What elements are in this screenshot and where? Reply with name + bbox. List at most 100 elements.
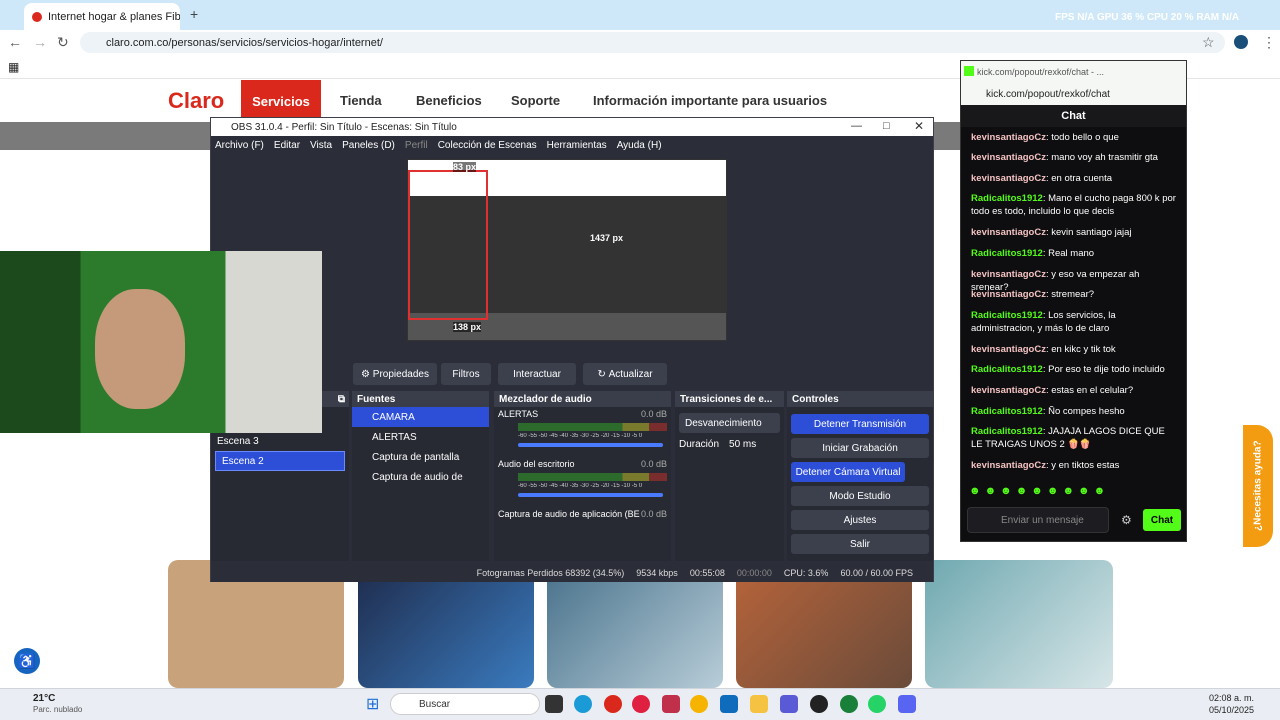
properties-button[interactable]: ⚙ Propiedades xyxy=(353,363,437,385)
chat-username[interactable]: kevinsantiagoCz xyxy=(971,152,1046,163)
maximize-icon[interactable]: □ xyxy=(883,120,890,132)
chat-username[interactable]: kevinsantiagoCz xyxy=(971,269,1046,280)
chat-username[interactable]: Radicalitos1912 xyxy=(971,426,1043,437)
nav-servicios[interactable]: Servicios xyxy=(241,80,321,122)
sources-dock-header: Fuentes xyxy=(352,391,489,407)
menu-herramientas[interactable]: Herramientas xyxy=(547,140,607,151)
stop-stream-button[interactable]: Detener Transmisión xyxy=(791,414,929,434)
chat-username[interactable]: kevinsantiagoCz xyxy=(971,173,1046,184)
menu-perfil[interactable]: Perfil xyxy=(405,140,428,151)
chat-username[interactable]: Radicalitos1912 xyxy=(971,310,1043,321)
minimize-icon[interactable]: — xyxy=(851,120,862,132)
chat-message: kevinsantiagoCz: stremear? xyxy=(971,289,1095,300)
menu-icon[interactable]: ⋮ xyxy=(1262,32,1276,52)
scene-item-selected[interactable]: Escena 2 xyxy=(215,451,345,471)
settings-button[interactable]: Ajustes xyxy=(791,510,929,530)
chat-username[interactable]: kevinsantiagoCz xyxy=(971,460,1046,471)
filters-button[interactable]: Filtros xyxy=(441,363,491,385)
nav-beneficios[interactable]: Beneficios xyxy=(416,93,482,108)
source-item-audio[interactable]: Captura de audio de xyxy=(352,467,489,487)
emote-bar[interactable]: ☻☻☻☻☻☻☻☻☻ xyxy=(969,485,1179,499)
chat-username[interactable]: Radicalitos1912 xyxy=(971,406,1043,417)
copilot-icon[interactable] xyxy=(780,695,798,713)
back-icon[interactable]: ← xyxy=(8,32,22,52)
menu-coleccion[interactable]: Colección de Escenas xyxy=(438,140,537,151)
close-icon[interactable]: ✕ xyxy=(914,119,924,133)
bookmark-star-icon[interactable]: ☆ xyxy=(1202,32,1215,52)
source-item-alertas[interactable]: ALERTAS xyxy=(352,427,489,447)
gear-icon[interactable]: ⚙ xyxy=(1121,513,1132,527)
taskbar-search[interactable]: Buscar xyxy=(390,693,540,715)
chrome-profile-icon[interactable] xyxy=(840,695,858,713)
obs-icon[interactable] xyxy=(810,695,828,713)
opera-gx-icon[interactable] xyxy=(632,695,650,713)
chat-send-button[interactable]: Chat xyxy=(1143,509,1181,531)
mixer-channel: Captura de audio de aplicación (BE 0.0 dB xyxy=(494,501,671,521)
accessibility-icon[interactable]: ♿ xyxy=(14,648,40,674)
forward-icon[interactable]: → xyxy=(33,32,47,52)
new-tab-icon[interactable]: + xyxy=(190,6,198,22)
obs-preview[interactable]: 83 px 1437 px 138 px xyxy=(407,159,727,341)
opera-icon[interactable] xyxy=(604,695,622,713)
chrome-icon[interactable] xyxy=(690,695,708,713)
menu-editar[interactable]: Editar xyxy=(274,140,300,151)
nav-informacion[interactable]: Información importante para usuarios xyxy=(593,93,827,108)
chat-username[interactable]: kevinsantiagoCz xyxy=(971,344,1046,355)
volume-slider[interactable] xyxy=(518,443,663,447)
apps-grid-icon[interactable]: ▦ xyxy=(8,60,19,74)
menu-paneles[interactable]: Paneles (D) xyxy=(342,140,395,151)
chat-username[interactable]: kevinsantiagoCz xyxy=(971,132,1046,143)
source-item-pantalla[interactable]: Captura de pantalla xyxy=(352,447,489,467)
source-item-camara[interactable]: CAMARA xyxy=(352,407,489,427)
task-view-icon[interactable] xyxy=(545,695,563,713)
menu-vista[interactable]: Vista xyxy=(310,140,332,151)
file-explorer-icon[interactable] xyxy=(750,695,768,713)
chat-username[interactable]: Radicalitos1912 xyxy=(971,193,1043,204)
scene-item[interactable]: Escena 3 xyxy=(211,431,349,451)
channel-db: 0.0 dB xyxy=(640,509,667,519)
menu-ayuda[interactable]: Ayuda (H) xyxy=(617,140,662,151)
windows-start-icon[interactable]: ⊞ xyxy=(366,694,379,714)
chat-username[interactable]: kevinsantiagoCz xyxy=(971,289,1046,300)
profile-avatar[interactable] xyxy=(1234,35,1248,49)
chat-username[interactable]: Radicalitos1912 xyxy=(971,248,1043,259)
obs-menubar: Archivo (F) Editar Vista Paneles (D) Per… xyxy=(211,136,933,154)
browser-tab[interactable]: Internet hogar & planes Fibra C xyxy=(24,3,180,30)
duration-field[interactable]: 50 ms xyxy=(729,439,756,450)
card-wifi-image[interactable] xyxy=(925,560,1113,688)
vivaldi-icon[interactable] xyxy=(662,695,680,713)
claro-logo[interactable]: Claro xyxy=(168,88,224,114)
exit-button[interactable]: Salir xyxy=(791,534,929,554)
studio-mode-button[interactable]: Modo Estudio xyxy=(791,486,929,506)
chat-username[interactable]: kevinsantiagoCz xyxy=(971,385,1046,396)
chat-message: Radicalitos1912: JAJAJA LAGOS DICE QUE L… xyxy=(971,426,1165,450)
chat-username[interactable]: Radicalitos1912 xyxy=(971,364,1043,375)
kick-url-bar[interactable]: kick.com/popout/rexkof/chat xyxy=(961,83,1186,105)
outlook-icon[interactable] xyxy=(720,695,738,713)
interact-button[interactable]: Interactuar xyxy=(498,363,576,385)
nav-tienda[interactable]: Tienda xyxy=(340,93,382,108)
weather-temp[interactable]: 21°C xyxy=(33,693,55,704)
volume-slider[interactable] xyxy=(518,493,663,497)
source-selection-box[interactable] xyxy=(408,170,488,320)
stop-virtual-cam-button[interactable]: Detener Cámara Virtual xyxy=(791,462,905,482)
chat-input[interactable]: Enviar un mensaje xyxy=(967,507,1109,533)
chat-text: en otra cuenta xyxy=(1051,173,1112,184)
transition-select[interactable]: Desvanecimiento xyxy=(679,413,780,433)
menu-archivo[interactable]: Archivo (F) xyxy=(215,140,264,151)
reload-icon[interactable]: ↻ xyxy=(57,32,69,52)
discord-icon[interactable] xyxy=(898,695,916,713)
obs-statusbar: Fotogramas Perdidos 68392 (34.5%) 9534 k… xyxy=(211,564,933,582)
nav-soporte[interactable]: Soporte xyxy=(511,93,560,108)
clock-time[interactable]: 02:08 a. m. xyxy=(1209,693,1254,703)
address-bar[interactable]: claro.com.co/personas/servicios/servicio… xyxy=(80,32,1225,53)
edge-icon[interactable] xyxy=(574,695,592,713)
start-recording-button[interactable]: Iniciar Grabación xyxy=(791,438,929,458)
refresh-button[interactable]: ↻ Actualizar xyxy=(583,363,667,385)
chat-username[interactable]: kevinsantiagoCz xyxy=(971,227,1046,238)
help-button[interactable]: ¿Necesitas ayuda? xyxy=(1243,425,1273,547)
whatsapp-icon[interactable] xyxy=(868,695,886,713)
person-image xyxy=(95,289,185,409)
chat-message: kevinsantiagoCz: mano voy ah trasmitir g… xyxy=(971,152,1158,163)
clock-date[interactable]: 05/10/2025 xyxy=(1209,705,1254,715)
